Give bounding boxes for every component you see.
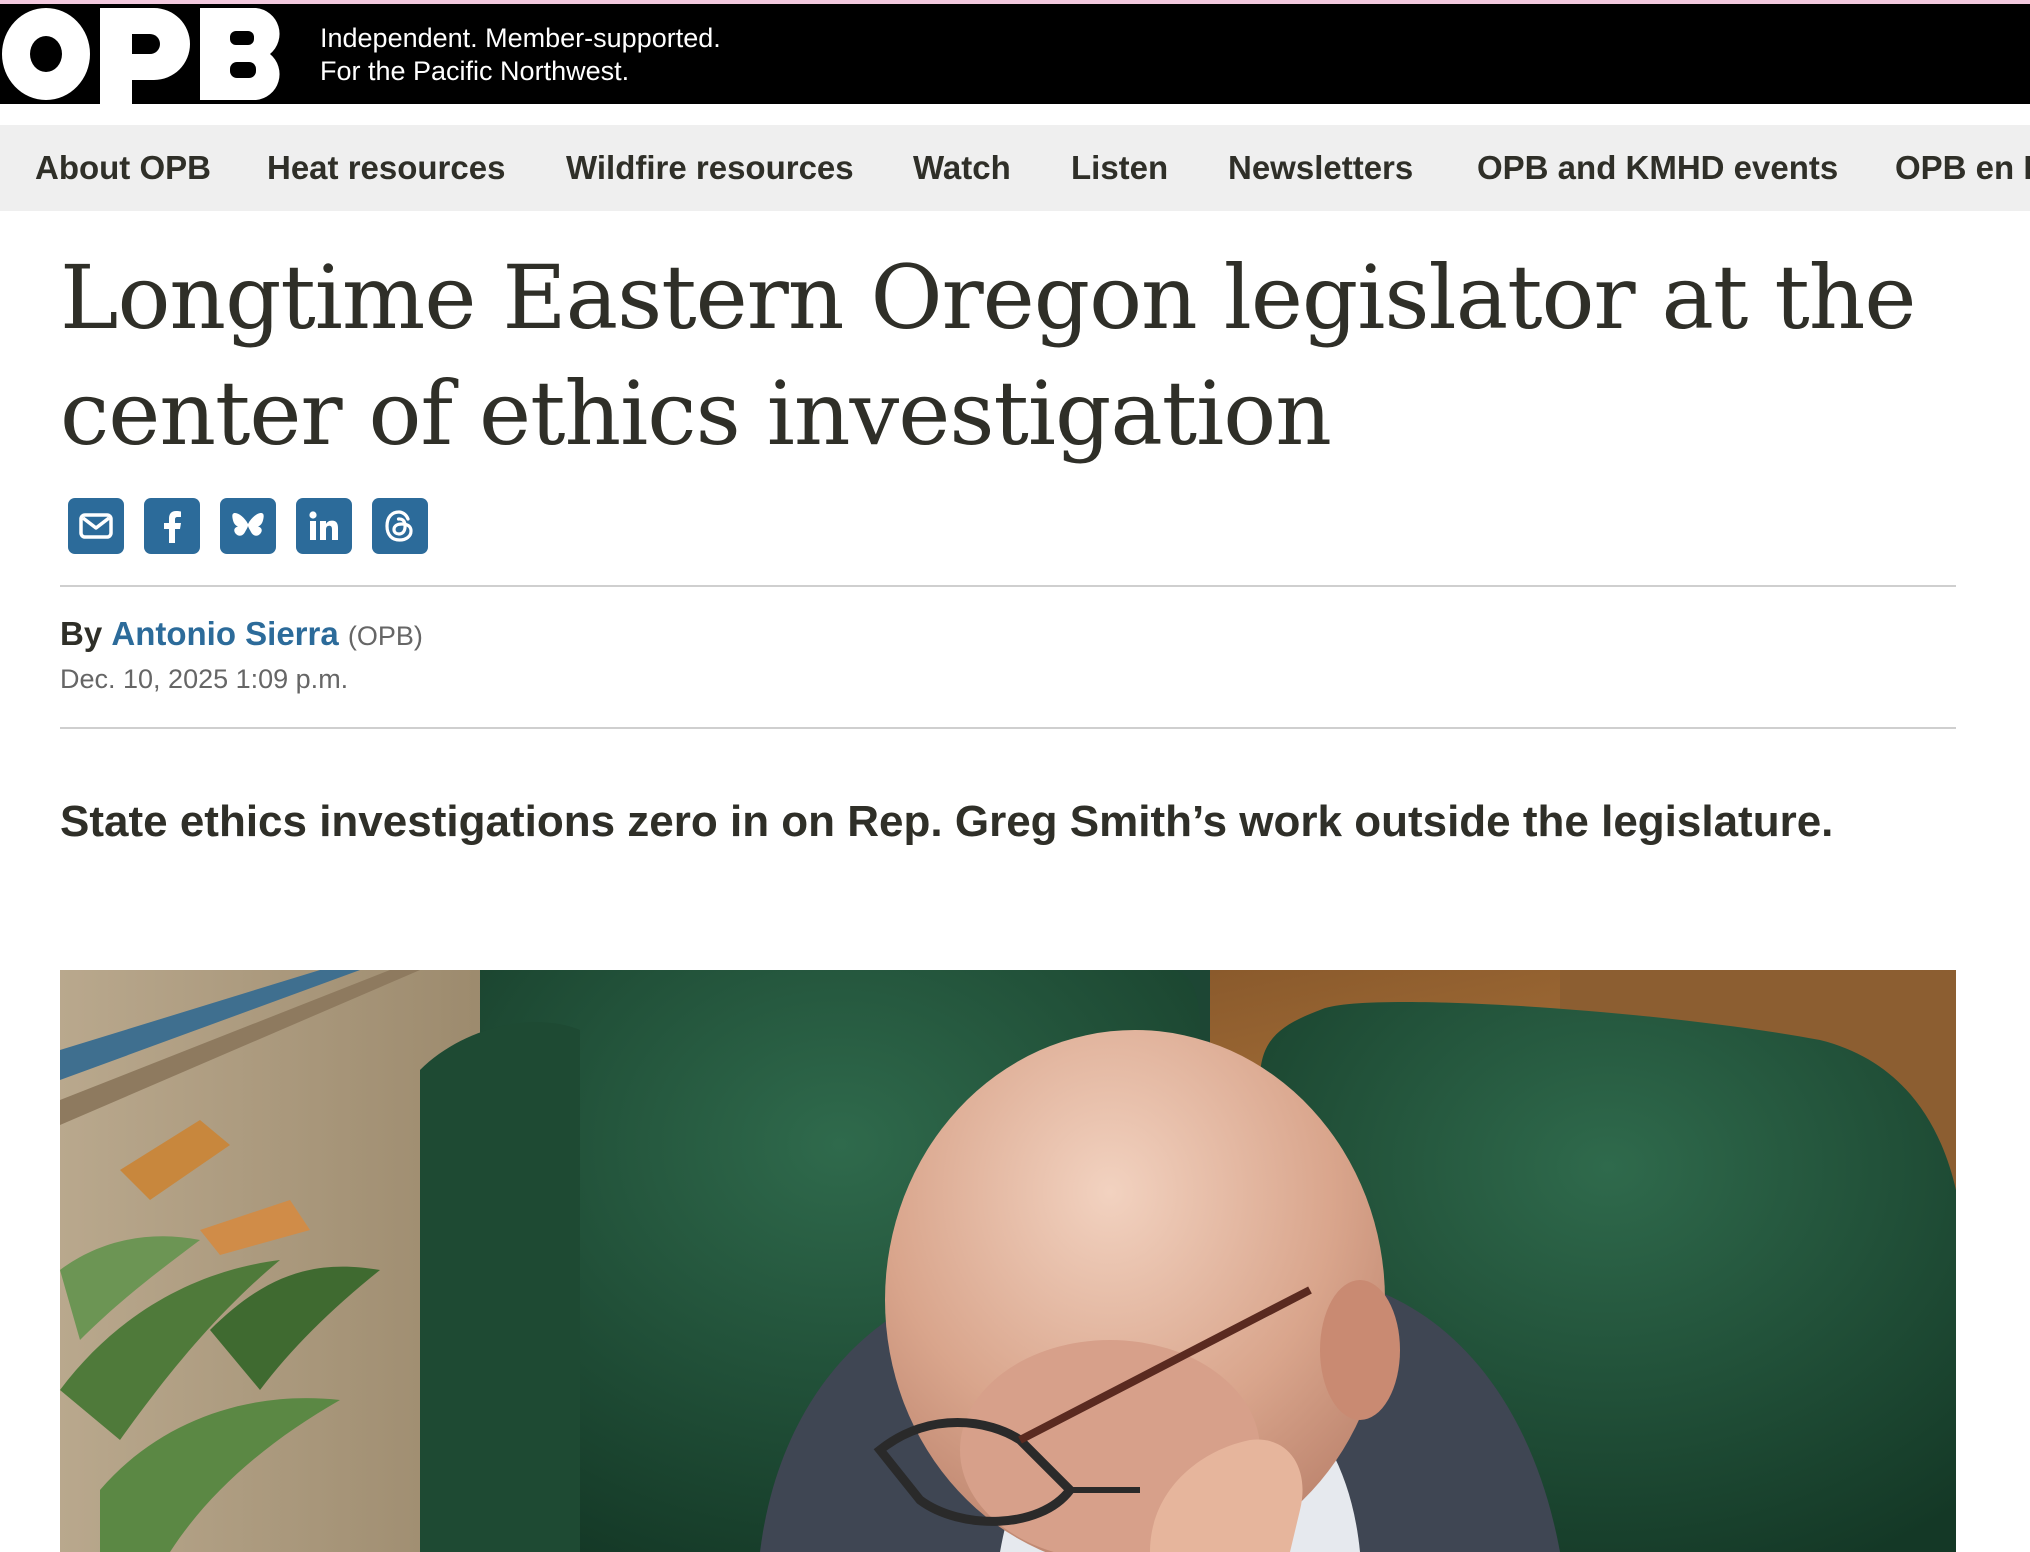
author-link[interactable]: Antonio Sierra [111,615,338,652]
email-share-button[interactable] [68,498,124,554]
tagline: Independent. Member-supported. For the P… [320,22,721,88]
nav-item-heat-resources[interactable]: Heat resources [267,125,505,211]
nav-item-opb-en-espanol[interactable]: OPB en E [1895,125,2030,211]
facebook-share-button[interactable] [144,498,200,554]
facebook-icon [164,511,181,543]
nav-item-wildfire-resources[interactable]: Wildfire resources [566,125,854,211]
threads-icon [385,510,413,542]
bluesky-icon [232,513,264,536]
nav-item-about-opb[interactable]: About OPB [35,125,211,211]
threads-share-button[interactable] [372,498,428,554]
byline-top-divider [60,585,1956,587]
article-dek: State ethics investigations zero in on R… [60,797,1834,846]
share-buttons [68,498,428,554]
nav-item-newsletters[interactable]: Newsletters [1228,125,1413,211]
nav-item-opb-kmhd-events[interactable]: OPB and KMHD events [1477,125,1838,211]
email-icon [79,513,113,539]
lead-photo-image [60,970,1956,1552]
site-header: Independent. Member-supported. For the P… [0,4,2030,104]
lead-photo[interactable] [60,970,1956,1552]
article-headline: Longtime Eastern Oregon legislator at th… [60,246,1916,465]
opb-logo[interactable] [0,4,294,104]
bluesky-share-button[interactable] [220,498,276,554]
nav-item-watch[interactable]: Watch [913,125,1011,211]
publish-date: Dec. 10, 2025 1:09 p.m. [60,664,349,694]
author-org: (OPB) [347,621,423,651]
byline-prefix: By [60,615,103,652]
linkedin-share-button[interactable] [296,498,352,554]
tagline-line-1: Independent. Member-supported. [320,23,721,53]
main-nav: About OPB Heat resources Wildfire resour… [0,125,2030,211]
linkedin-icon [309,511,338,540]
tagline-line-2: For the Pacific Northwest. [320,56,630,86]
byline: By Antonio Sierra (OPB) [60,612,423,658]
byline-bottom-divider [60,727,1956,729]
nav-item-listen[interactable]: Listen [1071,125,1168,211]
